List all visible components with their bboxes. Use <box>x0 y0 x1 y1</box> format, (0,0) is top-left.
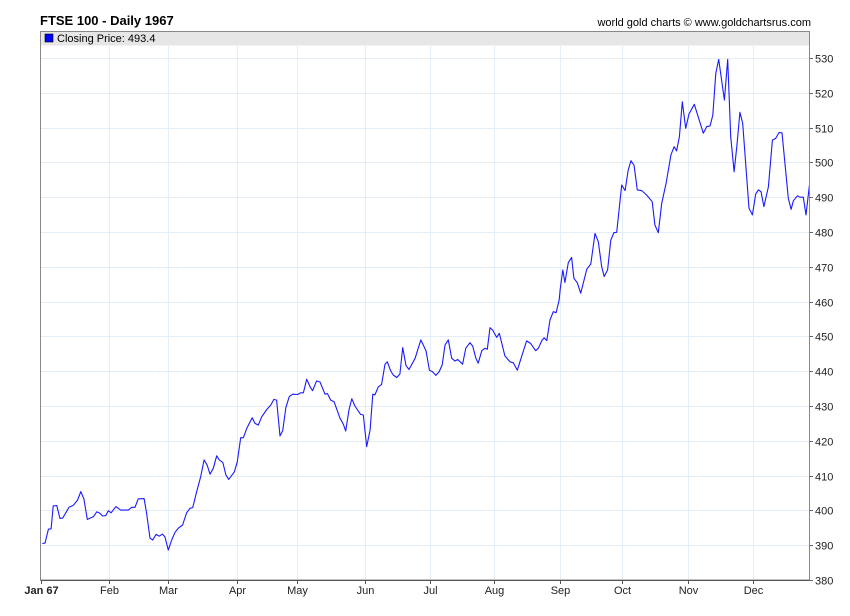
legend-label: Closing Price: 493.4 <box>57 33 155 45</box>
y-tick-label: 380 <box>815 576 833 588</box>
y-tick-label: 450 <box>815 332 833 344</box>
legend-swatch <box>44 33 54 43</box>
y-tick-label: 420 <box>815 437 833 449</box>
y-tick-label: 530 <box>815 54 833 66</box>
y-tick-label: 390 <box>815 541 833 553</box>
y-tick-label: 490 <box>815 193 833 205</box>
x-tick-label: Mar <box>159 585 178 597</box>
x-tick-label: Jan 67 <box>24 585 58 597</box>
y-tick-label: 500 <box>815 158 833 170</box>
x-tick-label: Jun <box>357 585 375 597</box>
y-tick-label: 440 <box>815 367 833 379</box>
gridlines <box>41 46 809 580</box>
y-tick-label: 470 <box>815 263 833 275</box>
y-axis-ticks: 380 390 400 410 420 430 440 450 460 470 480 490 500 5… <box>809 54 833 588</box>
y-tick-label: 510 <box>815 124 833 136</box>
x-tick-label: Aug <box>485 585 505 597</box>
x-tick-label: Apr <box>229 585 246 597</box>
legend-band <box>40 31 810 46</box>
chart-title: FTSE 100 - Daily 1967 <box>40 13 174 28</box>
x-tick-label: Sep <box>551 585 571 597</box>
y-tick-label: 400 <box>815 506 833 518</box>
x-tick-label: Dec <box>744 585 764 597</box>
y-tick-label: 430 <box>815 402 833 414</box>
chart-credit: world gold charts © www.goldchartsrus.co… <box>596 17 811 29</box>
x-tick-label: Jul <box>423 585 437 597</box>
x-tick-label: Feb <box>100 585 119 597</box>
y-tick-label: 520 <box>815 89 833 101</box>
y-tick-label: 410 <box>815 472 833 484</box>
x-tick-label: May <box>287 585 308 597</box>
x-tick-label: Nov <box>679 585 699 597</box>
x-tick-label: Oct <box>614 585 631 597</box>
y-tick-label: 480 <box>815 228 833 240</box>
plot-frame <box>40 31 810 581</box>
y-tick-label: 460 <box>815 298 833 310</box>
x-axis-ticks: Jan 67 Feb Mar Apr May Jun Jul Aug Sep Oct Nov Dec <box>24 580 764 597</box>
ftse-chart: FTSE 100 - Daily 1967 world gold charts … <box>24 13 833 597</box>
